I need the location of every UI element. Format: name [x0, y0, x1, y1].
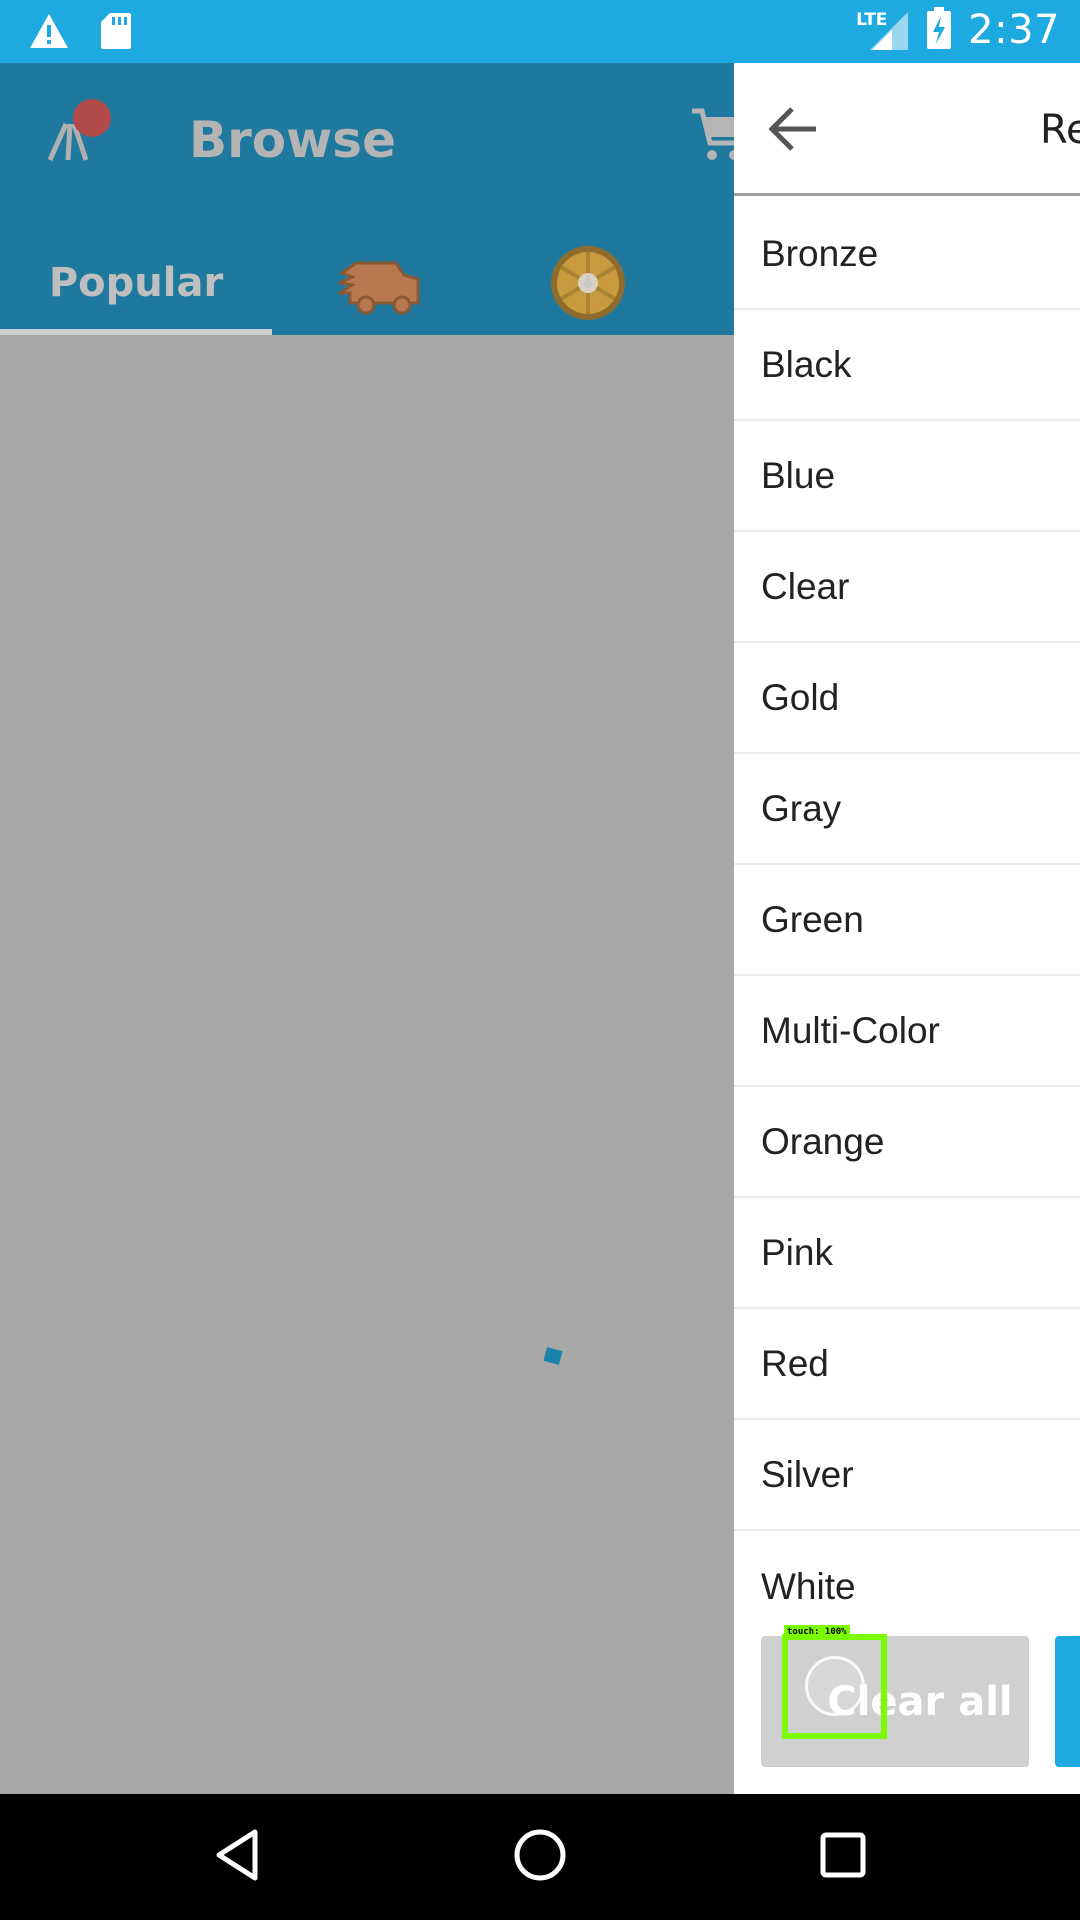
list-item[interactable]: Gray — [734, 754, 1080, 865]
filter-drawer: Re Bronze Black Blue Clear Gold Gray Gre… — [734, 63, 1080, 1794]
app-logo-icon — [46, 98, 116, 168]
option-label: Blue — [761, 454, 836, 496]
delivery-truck-icon[interactable] — [335, 249, 422, 319]
battery-charging-icon — [926, 6, 952, 54]
touch-indicator-box — [782, 1634, 887, 1739]
option-label: Bronze — [761, 232, 879, 274]
option-label: Multi-Color — [761, 1009, 940, 1051]
loading-indicator — [543, 1347, 563, 1365]
nav-bar — [0, 1794, 1080, 1920]
wheel-icon[interactable] — [548, 243, 628, 323]
list-item[interactable]: Green — [734, 865, 1080, 976]
option-label: Green — [761, 898, 864, 940]
list-item[interactable]: Black — [734, 310, 1080, 421]
signal-icon: LTE — [856, 8, 910, 52]
drawer-title: Re — [1040, 107, 1080, 153]
option-label: Gold — [761, 676, 840, 718]
option-label: Clear — [761, 565, 850, 607]
back-button[interactable] — [764, 103, 820, 159]
tab-popular-label: Popular — [48, 260, 224, 306]
option-label: White — [761, 1565, 856, 1607]
option-label: Silver — [761, 1453, 854, 1495]
list-item[interactable]: Orange — [734, 1087, 1080, 1198]
nav-recents-button[interactable] — [813, 1827, 873, 1887]
network-type: LTE — [856, 10, 888, 30]
arrow-left-icon — [766, 105, 818, 157]
nav-back-button[interactable] — [207, 1827, 267, 1887]
clock: 2:37 — [968, 7, 1060, 53]
touch-indicator-label: touch: 100% — [784, 1625, 850, 1639]
list-item[interactable]: Red — [734, 1309, 1080, 1420]
list-item[interactable]: Bronze — [734, 199, 1080, 310]
warning-icon — [28, 12, 70, 54]
sd-card-icon — [100, 12, 132, 54]
list-item[interactable]: Multi-Color — [734, 976, 1080, 1087]
back-triangle-icon — [213, 1828, 261, 1886]
list-item[interactable]: Clear — [734, 532, 1080, 643]
nav-home-button[interactable] — [510, 1827, 570, 1887]
color-option-list: Bronze Black Blue Clear Gold Gray Green … — [734, 199, 1080, 1642]
scrim[interactable] — [0, 335, 734, 1794]
option-label: Orange — [761, 1120, 885, 1162]
home-circle-icon — [513, 1828, 567, 1886]
option-label: Gray — [761, 787, 842, 829]
tab-popular[interactable]: Popular — [0, 231, 272, 335]
list-item[interactable]: Gold — [734, 643, 1080, 754]
list-item[interactable]: Silver — [734, 1420, 1080, 1531]
drawer-header: Re — [734, 63, 1080, 196]
apply-button[interactable] — [1055, 1636, 1080, 1767]
status-bar: LTE 2:37 — [0, 0, 1080, 63]
option-label: Black — [761, 343, 852, 385]
option-label: Red — [761, 1342, 829, 1384]
list-item[interactable]: Blue — [734, 421, 1080, 532]
list-item[interactable]: Pink — [734, 1198, 1080, 1309]
recents-square-icon — [819, 1831, 867, 1883]
option-label: Pink — [761, 1231, 833, 1273]
page-title: Browse — [189, 111, 396, 169]
